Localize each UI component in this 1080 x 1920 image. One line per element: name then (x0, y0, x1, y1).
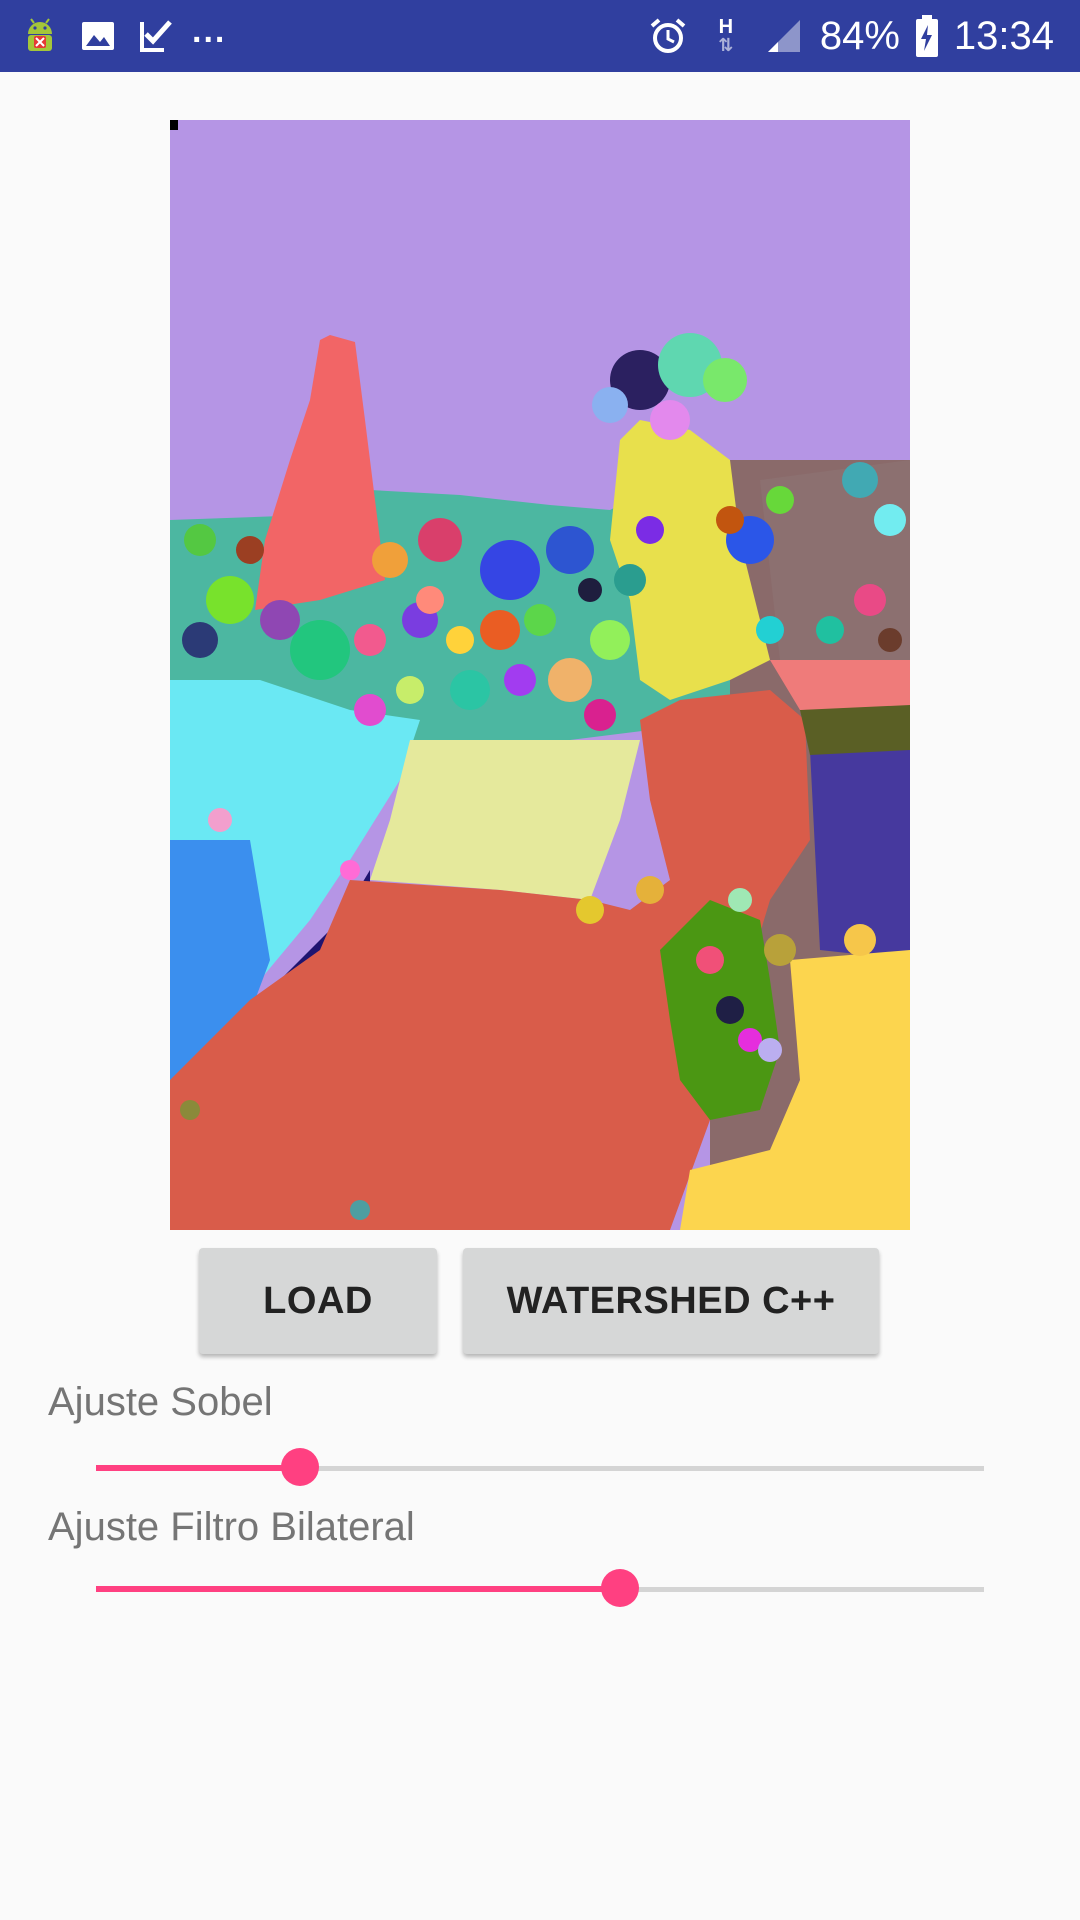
bilateral-label: Ajuste Filtro Bilateral (48, 1505, 415, 1549)
slider-fill (96, 1586, 620, 1592)
bilateral-slider[interactable] (96, 1567, 984, 1611)
watershed-button[interactable]: WATERSHED C++ (463, 1248, 879, 1354)
slider-fill (96, 1465, 301, 1471)
slider-thumb[interactable] (281, 1448, 320, 1486)
alarm-icon (646, 14, 690, 58)
sobel-slider[interactable] (96, 1446, 984, 1490)
status-bar-right: H ⇅ 84% 13:34 (646, 12, 1054, 60)
network-type-icon: H ⇅ (704, 14, 748, 58)
sobel-label: Ajuste Sobel (48, 1380, 273, 1424)
check-icon (134, 14, 178, 58)
battery-icon (914, 14, 940, 58)
result-image (170, 120, 910, 1230)
data-arrows-icon: ⇅ (718, 35, 734, 55)
image-icon (76, 14, 120, 58)
more-notifications: ... (192, 11, 227, 50)
slider-thumb[interactable] (600, 1569, 639, 1607)
load-button[interactable]: LOAD (199, 1248, 437, 1354)
signal-icon (762, 14, 806, 58)
android-debug-icon (18, 14, 62, 58)
battery-percent: 84% (819, 13, 900, 58)
status-bar-left: ... (18, 12, 226, 60)
network-type-label: H (718, 16, 734, 38)
status-bar: ... H ⇅ 84% 13:34 (0, 0, 1080, 72)
clock: 13:34 (953, 13, 1054, 58)
